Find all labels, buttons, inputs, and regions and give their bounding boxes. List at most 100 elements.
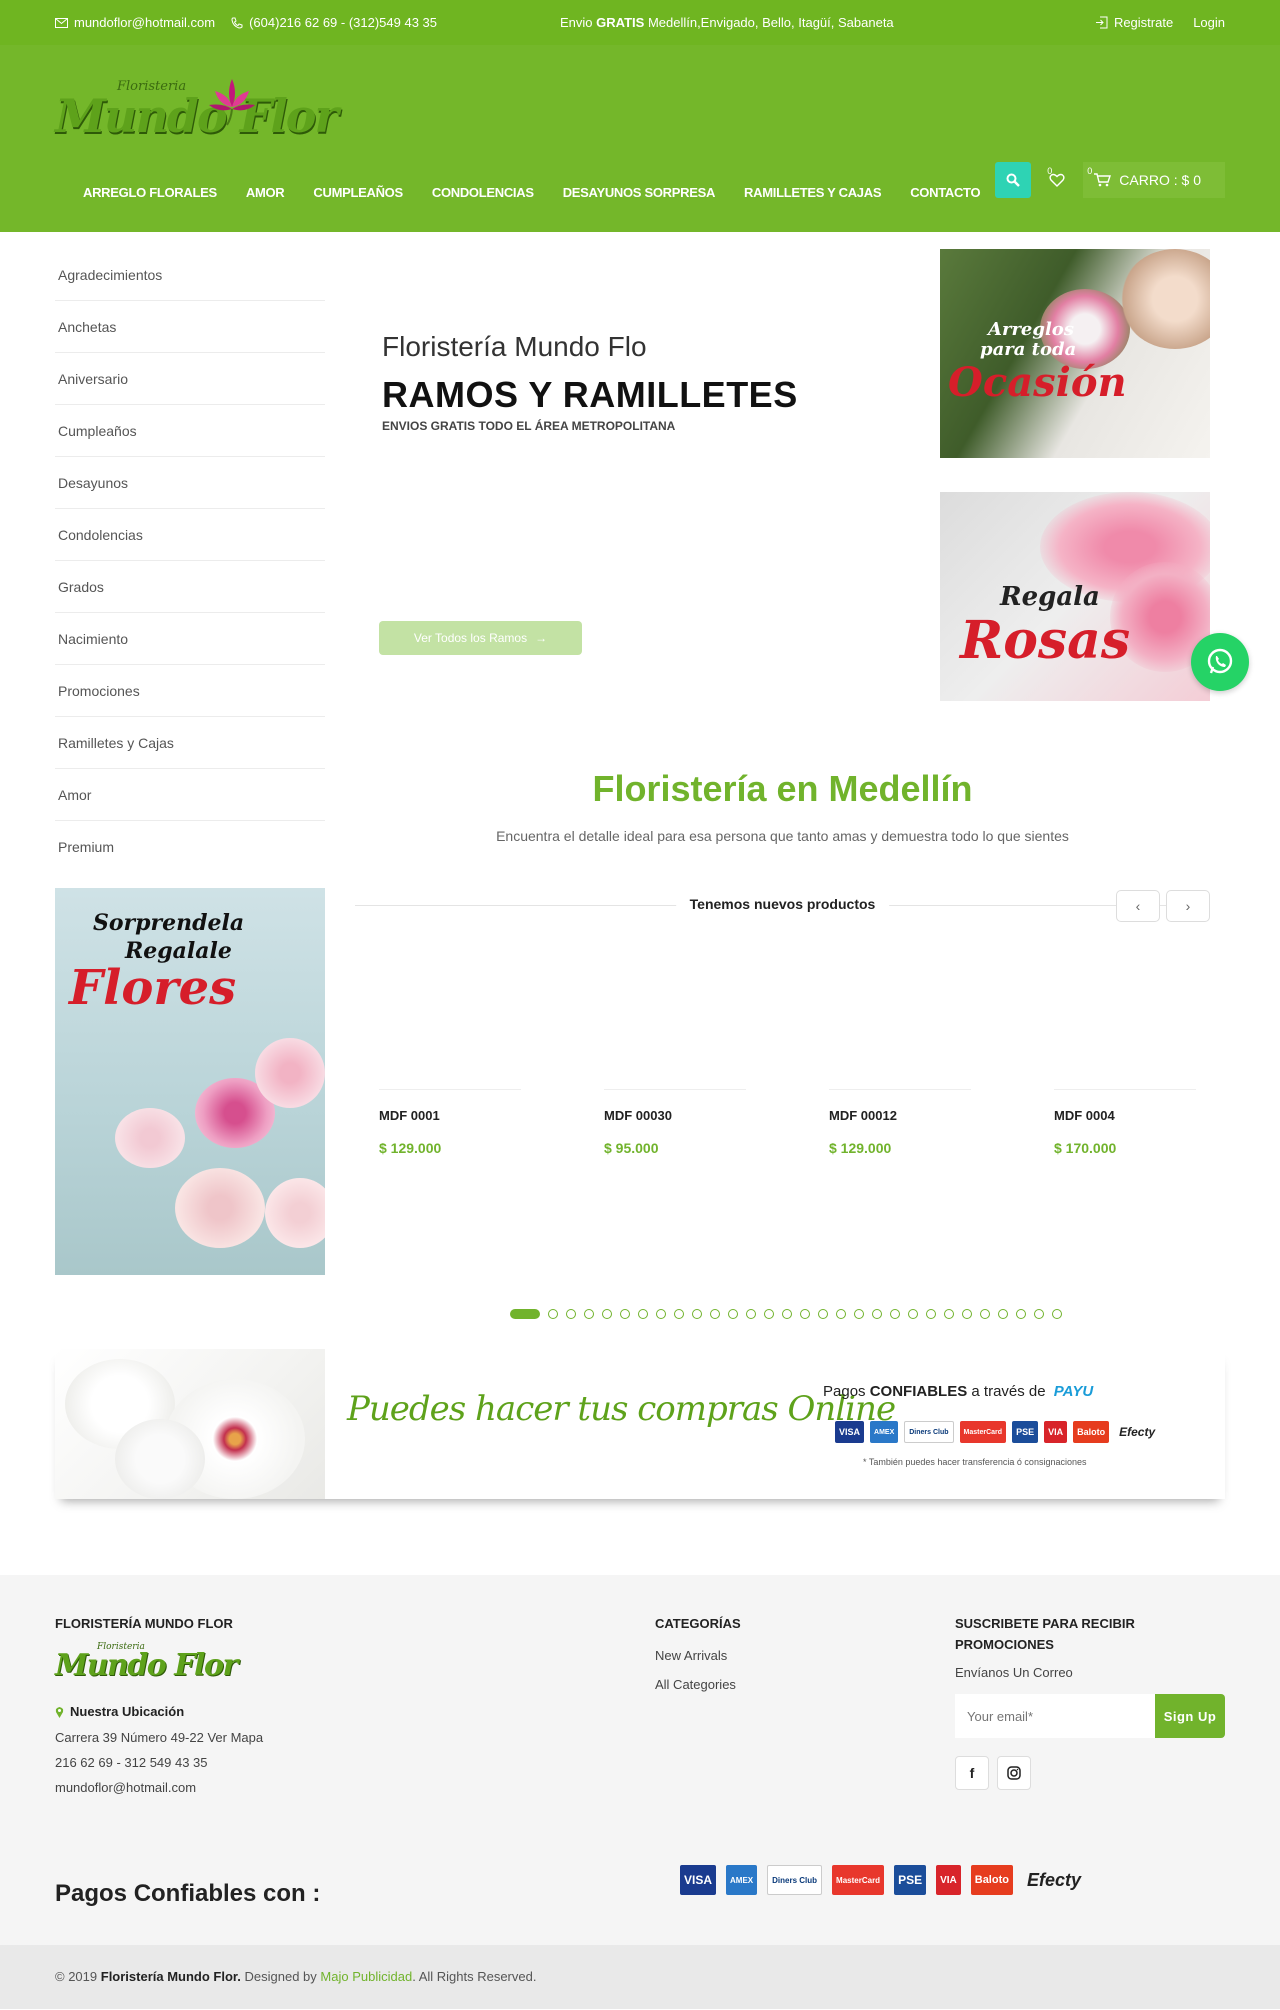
carousel-dot[interactable] [584,1309,594,1319]
instagram-icon[interactable] [997,1756,1031,1790]
carousel-dot[interactable] [836,1309,846,1319]
carousel-dot[interactable] [728,1309,738,1319]
carousel-dot[interactable] [746,1309,756,1319]
visa-logo: VISA [680,1865,717,1895]
carousel-prev-button[interactable]: ‹ [1116,890,1160,922]
footer-payment-logos: VISA AMEX Diners Club MasterCard PSE VIA… [680,1865,1085,1895]
carousel-dot[interactable] [908,1309,918,1319]
carousel-dot[interactable] [800,1309,810,1319]
carousel-next-button[interactable]: › [1166,890,1210,922]
footer-email[interactable]: mundoflor@hotmail.com [55,1775,375,1800]
product-card[interactable]: MDF 00012 $ 129.000 [805,932,995,1172]
free-shipping-note: Envio GRATIS Medellín,Envigado, Bello, I… [560,15,894,30]
contact-email[interactable]: mundoflor@hotmail.com [55,15,215,30]
email-input[interactable] [955,1694,1155,1738]
copyright-bar: © 2019 Floristería Mundo Flor. Designed … [0,1945,1280,2009]
visa-logo: VISA [835,1421,865,1443]
sidebar-item-premium[interactable]: Premium [55,821,325,873]
payu-note: Pagos CONFIABLES a través de PAYU [823,1383,1094,1400]
sidebar-item-anchetas[interactable]: Anchetas [55,301,325,353]
product-image[interactable] [829,932,971,1090]
register-link[interactable]: Registrate [1095,15,1173,30]
sidebar-item-ramilletes-cajas[interactable]: Ramilletes y Cajas [55,717,325,769]
bride-image [1120,249,1210,349]
carousel-dot[interactable] [548,1309,558,1319]
carousel-dot[interactable] [1034,1309,1044,1319]
address[interactable]: Carrera 39 Número 49-22 Ver Mapa [55,1725,375,1750]
view-all-bouquets-button[interactable]: Ver Todos los Ramos → [379,621,582,655]
carousel-dot[interactable] [620,1309,630,1319]
wishlist-count: 0 [1047,166,1053,176]
product-card[interactable]: MDF 0004 $ 170.000 [1030,932,1220,1172]
pse-logo: PSE [1012,1421,1039,1443]
sidebar-item-cumpleanos[interactable]: Cumpleaños [55,405,325,457]
carousel-dot[interactable] [926,1309,936,1319]
site-logo[interactable]: Mundo Flor Floristeria [55,73,365,163]
baloto-logo: Baloto [970,1865,1013,1895]
product-image[interactable] [1054,932,1196,1090]
arrow-right-icon: → [535,631,548,645]
nav-contacto[interactable]: CONTACTO [910,185,980,200]
carousel-dot[interactable] [944,1309,954,1319]
designer-link[interactable]: Majo Publicidad [320,1969,412,1984]
via-logo: VIA [1044,1421,1068,1443]
wishlist-button[interactable]: 0 [1039,162,1075,198]
sidebar-item-amor[interactable]: Amor [55,769,325,821]
carousel-dot[interactable] [890,1309,900,1319]
login-link[interactable]: Login [1193,15,1225,30]
sidebar-item-grados[interactable]: Grados [55,561,325,613]
carousel-dot[interactable] [566,1309,576,1319]
whatsapp-button[interactable] [1191,633,1249,691]
sidebar-item-condolencias[interactable]: Condolencias [55,509,325,561]
nav-desayunos-sorpresa[interactable]: DESAYUNOS SORPRESA [563,185,716,200]
nav-cumpleanos[interactable]: CUMPLEAÑOS [313,185,403,200]
link-all-categories[interactable]: All Categories [655,1677,741,1692]
online-shopping-text: Puedes hacer tus compras Online [347,1389,896,1429]
carousel-dot[interactable] [710,1309,720,1319]
carousel-dot[interactable] [1052,1309,1062,1319]
carousel-dot[interactable] [872,1309,882,1319]
sidebar-promo-banner[interactable]: Sorprendela Regalale Flores [55,888,325,1275]
product-card[interactable]: MDF 00030 $ 95.000 [580,932,770,1172]
mastercard-logo: MasterCard [832,1865,885,1895]
sidebar-item-agradecimientos[interactable]: Agradecimientos [55,249,325,301]
nav-amor[interactable]: AMOR [246,185,285,200]
carousel-dot[interactable] [1016,1309,1026,1319]
carousel-dot[interactable] [854,1309,864,1319]
product-image[interactable] [604,932,746,1090]
link-new-arrivals[interactable]: New Arrivals [655,1648,741,1663]
sidebar-item-aniversario[interactable]: Aniversario [55,353,325,405]
carousel-dot[interactable] [980,1309,990,1319]
nav-arreglo-florales[interactable]: ARREGLO FLORALES [83,185,217,200]
nav-condolencias[interactable]: CONDOLENCIAS [432,185,534,200]
product-image[interactable] [379,932,521,1090]
carousel-dot[interactable] [818,1309,828,1319]
carousel-dot[interactable] [692,1309,702,1319]
footer-logo[interactable]: Mundo Flor Floristeria [55,1640,375,1696]
carousel-dot[interactable] [674,1309,684,1319]
search-button[interactable] [995,162,1032,198]
carousel-dot[interactable] [656,1309,666,1319]
carousel-dot[interactable] [602,1309,612,1319]
carousel-dot[interactable] [764,1309,774,1319]
carousel-dot[interactable] [962,1309,972,1319]
cart-count: 0 [1087,166,1093,176]
sidebar-item-promociones[interactable]: Promociones [55,665,325,717]
sign-up-button[interactable]: Sign Up [1155,1694,1225,1738]
nav-ramilletes-cajas[interactable]: RAMILLETES Y CAJAS [744,185,881,200]
carousel-dot[interactable] [998,1309,1008,1319]
sidebar-item-nacimiento[interactable]: Nacimiento [55,613,325,665]
flower-image [175,1168,265,1248]
cart-button[interactable]: 0 CARRO : $ 0 [1083,162,1225,198]
facebook-icon[interactable]: f [955,1756,989,1790]
promo-banner-occasions[interactable]: Arreglos para toda Ocasión [940,249,1210,458]
whatsapp-icon [1207,648,1233,674]
sidebar-item-desayunos[interactable]: Desayunos [55,457,325,509]
carousel-dot[interactable] [782,1309,792,1319]
contact-phone[interactable]: (604)216 62 69 - (312)549 43 35 [231,15,437,30]
product-card[interactable]: MDF 0001 $ 129.000 [355,932,545,1172]
promo-banner-roses[interactable]: Regala Rosas [940,492,1210,701]
carousel-dot[interactable] [510,1309,540,1319]
carousel-dot[interactable] [638,1309,648,1319]
footer-phones: 216 62 69 - 312 549 43 35 [55,1755,208,1770]
